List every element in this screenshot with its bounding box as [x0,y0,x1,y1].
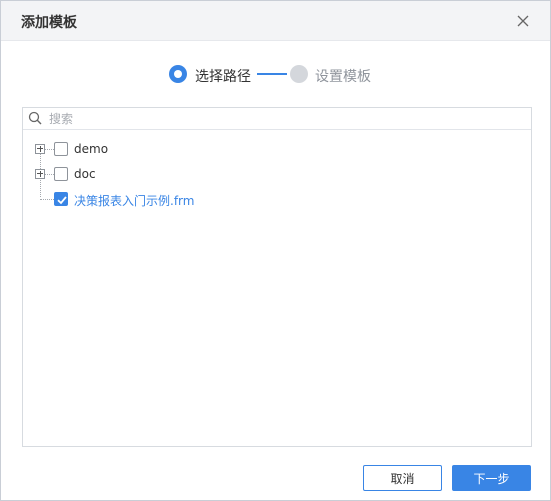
tree-branch-line [45,149,54,150]
tree-node-label[interactable]: demo [74,142,108,156]
tree-node-doc[interactable]: doc [23,162,531,186]
expand-icon[interactable] [35,169,45,179]
step-indicator: 选择路径 设置模板 [1,61,550,89]
cancel-button[interactable]: 取消 [363,465,442,491]
tree-branch-line [40,199,54,200]
close-icon[interactable] [513,11,533,31]
step-1-label: 选择路径 [195,69,251,85]
tree-branch-line [45,174,54,175]
tree-node-label[interactable]: 决策报表入门示例.frm [74,192,194,209]
node-checkbox[interactable] [54,167,68,181]
tree-node-demo[interactable]: demo [23,137,531,161]
path-tree-panel: demo doc 决策报表入门示例.frm [22,107,532,447]
search-bar [23,108,531,130]
node-checkbox[interactable] [54,142,68,156]
search-input[interactable] [49,109,519,128]
step-2-inactive-dot [290,65,308,83]
search-icon [28,111,42,125]
dialog-header: 添加模板 [1,1,550,41]
next-step-button[interactable]: 下一步 [452,465,531,491]
node-checkbox-checked[interactable] [54,192,68,206]
step-1-active-dot [169,65,187,83]
step-2-label: 设置模板 [315,69,371,85]
expand-icon[interactable] [35,144,45,154]
tree-node-frm-file[interactable]: 决策报表入门示例.frm [23,187,531,211]
step-connector-line [257,73,287,75]
add-template-dialog: 添加模板 选择路径 设置模板 demo doc [0,0,551,501]
dialog-title: 添加模板 [21,15,77,31]
tree-node-label[interactable]: doc [74,167,96,181]
